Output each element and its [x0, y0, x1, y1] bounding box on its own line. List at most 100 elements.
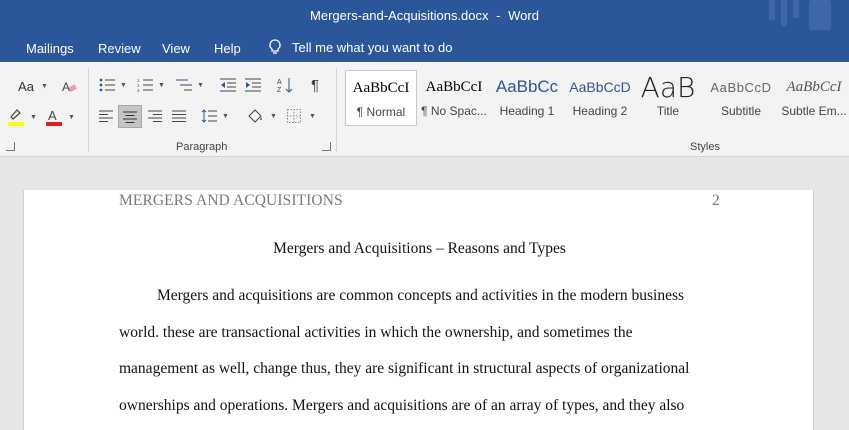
- decrease-indent-icon: [220, 78, 236, 92]
- app-name: Word: [508, 8, 539, 23]
- clear-formatting-icon: A: [62, 80, 77, 94]
- bullets-button[interactable]: [98, 76, 116, 94]
- highlight-button[interactable]: [6, 106, 26, 128]
- page-number: 2: [712, 192, 720, 209]
- ribbon-tabs: Mailings Review View Help Tell me what y…: [0, 34, 849, 62]
- line-spacing-icon: [201, 109, 217, 123]
- chevron-down-icon[interactable]: ▼: [309, 113, 316, 120]
- styles-group-label: Styles: [690, 141, 720, 153]
- chevron-down-icon[interactable]: ▼: [270, 113, 277, 120]
- tab-mailings[interactable]: Mailings: [26, 41, 74, 56]
- style-name: Heading 1: [499, 104, 555, 118]
- title-separator: -: [496, 8, 501, 23]
- center-button[interactable]: [118, 105, 142, 128]
- chevron-down-icon[interactable]: ▼: [197, 82, 204, 89]
- style-subtitle[interactable]: AaBbCcD Subtitle: [705, 70, 777, 126]
- style-name: ¶ Normal: [356, 105, 406, 119]
- style-heading-2[interactable]: AaBbCcD Heading 2: [564, 70, 636, 126]
- style-preview: AaBbCcI: [425, 78, 483, 95]
- styles-gallery: AaBbCcI ¶ Normal AaBbCcI ¶ No Spac... Aa…: [344, 70, 849, 128]
- tell-me-label: Tell me what you want to do: [292, 39, 453, 55]
- decrease-indent-button[interactable]: [219, 76, 237, 94]
- multilevel-list-icon: [176, 79, 192, 91]
- numbering-button[interactable]: 123: [136, 76, 154, 94]
- document-title: Mergers and Acquisitions – Reasons and T…: [273, 240, 566, 257]
- style-title[interactable]: AaB Title: [632, 70, 704, 126]
- document-filename: Mergers-and-Acquisitions.docx: [310, 8, 489, 23]
- multilevel-list-button[interactable]: [175, 76, 193, 94]
- style-name: Subtitle: [720, 104, 762, 118]
- style-preview: AaBbCcD: [710, 79, 772, 95]
- title-bar: Mergers-and-Acquisitions.docx - Word: [0, 0, 849, 34]
- paragraph-dialog-launcher-icon[interactable]: [322, 142, 331, 151]
- borders-button[interactable]: [285, 107, 303, 125]
- font-dialog-launcher-icon[interactable]: [6, 142, 15, 151]
- style-preview: AaBbCc: [495, 77, 559, 96]
- shading-button[interactable]: [245, 107, 265, 125]
- font-color-icon: A: [46, 108, 62, 126]
- align-left-button[interactable]: [97, 107, 115, 125]
- chevron-down-icon[interactable]: ▼: [120, 82, 127, 89]
- tab-review[interactable]: Review: [98, 41, 141, 56]
- sort-icon: AZ: [277, 78, 293, 93]
- style-preview: AaB: [640, 70, 696, 104]
- sort-button[interactable]: AZ: [276, 76, 294, 94]
- body-line: ownerships and operations. Mergers and a…: [119, 397, 685, 414]
- borders-icon: [287, 109, 301, 123]
- svg-text:A: A: [277, 79, 282, 86]
- chevron-down-icon[interactable]: ▼: [41, 83, 48, 90]
- svg-text:Z: Z: [277, 87, 282, 93]
- document-area[interactable]: MERGERS AND ACQUISITIONS 2 Mergers and A…: [0, 157, 849, 430]
- line-spacing-button[interactable]: [200, 107, 218, 125]
- title-decoration-icon: [769, 0, 831, 30]
- group-divider: [88, 68, 89, 152]
- font-color-button[interactable]: A: [44, 106, 64, 128]
- lightbulb-icon: [269, 39, 281, 54]
- chevron-down-icon[interactable]: ▼: [68, 114, 75, 121]
- style-preview: AaBbCcD: [569, 79, 631, 95]
- body-line: world. these are transactional activitie…: [119, 324, 633, 341]
- style-no-spacing[interactable]: AaBbCcI ¶ No Spac...: [418, 70, 490, 126]
- align-right-button[interactable]: [146, 107, 164, 125]
- align-left-icon: [99, 110, 113, 122]
- align-right-icon: [148, 110, 162, 122]
- clear-formatting-button[interactable]: A: [60, 76, 78, 96]
- paragraph-group-label: Paragraph: [176, 141, 228, 153]
- chevron-down-icon[interactable]: ▼: [158, 82, 165, 89]
- style-preview: AaBbCcI: [352, 79, 410, 96]
- paint-bucket-icon: [248, 109, 262, 123]
- highlighter-icon: [8, 109, 24, 126]
- numbered-list-icon: 123: [137, 78, 153, 92]
- justify-icon: [172, 110, 186, 122]
- justify-button[interactable]: [170, 107, 188, 125]
- chevron-down-icon[interactable]: ▼: [222, 113, 229, 120]
- window-title: Mergers-and-Acquisitions.docx - Word: [0, 8, 849, 23]
- body-line: Mergers and acquisitions are common conc…: [157, 287, 685, 304]
- change-case-label: Aa: [18, 78, 34, 94]
- pilcrow-icon: ¶: [310, 76, 320, 94]
- align-center-icon: [123, 111, 137, 123]
- svg-text:3: 3: [137, 88, 140, 92]
- increase-indent-icon: [245, 78, 261, 92]
- change-case-button[interactable]: Aa: [14, 76, 38, 96]
- style-subtle-emphasis[interactable]: AaBbCcI Subtle Em...: [778, 70, 849, 126]
- style-name: Heading 2: [572, 104, 628, 118]
- style-heading-1[interactable]: AaBbCc Heading 1: [491, 70, 563, 126]
- svg-text:A: A: [48, 108, 57, 123]
- running-header: MERGERS AND ACQUISITIONS: [119, 192, 343, 209]
- tab-view[interactable]: View: [162, 41, 190, 56]
- svg-text:A: A: [62, 80, 70, 94]
- ribbon: Aa ▼ A ▼ A ▼ ▼ 123 ▼ ▼ A Z ¶ ▼ ▼ ▼ Parag…: [0, 62, 849, 157]
- document-page[interactable]: MERGERS AND ACQUISITIONS 2 Mergers and A…: [23, 190, 814, 430]
- style-name: Title: [656, 104, 680, 118]
- style-name: ¶ No Spac...: [421, 104, 487, 118]
- style-normal[interactable]: AaBbCcI ¶ Normal: [345, 70, 417, 126]
- increase-indent-button[interactable]: [244, 76, 262, 94]
- show-paragraph-marks-button[interactable]: ¶: [306, 76, 324, 94]
- chevron-down-icon[interactable]: ▼: [30, 114, 37, 121]
- tell-me-box[interactable]: Tell me what you want to do: [268, 39, 452, 55]
- bullet-list-icon: [99, 78, 115, 92]
- style-name: Subtle Em...: [781, 104, 847, 118]
- tab-help[interactable]: Help: [214, 41, 241, 56]
- group-divider: [336, 68, 337, 152]
